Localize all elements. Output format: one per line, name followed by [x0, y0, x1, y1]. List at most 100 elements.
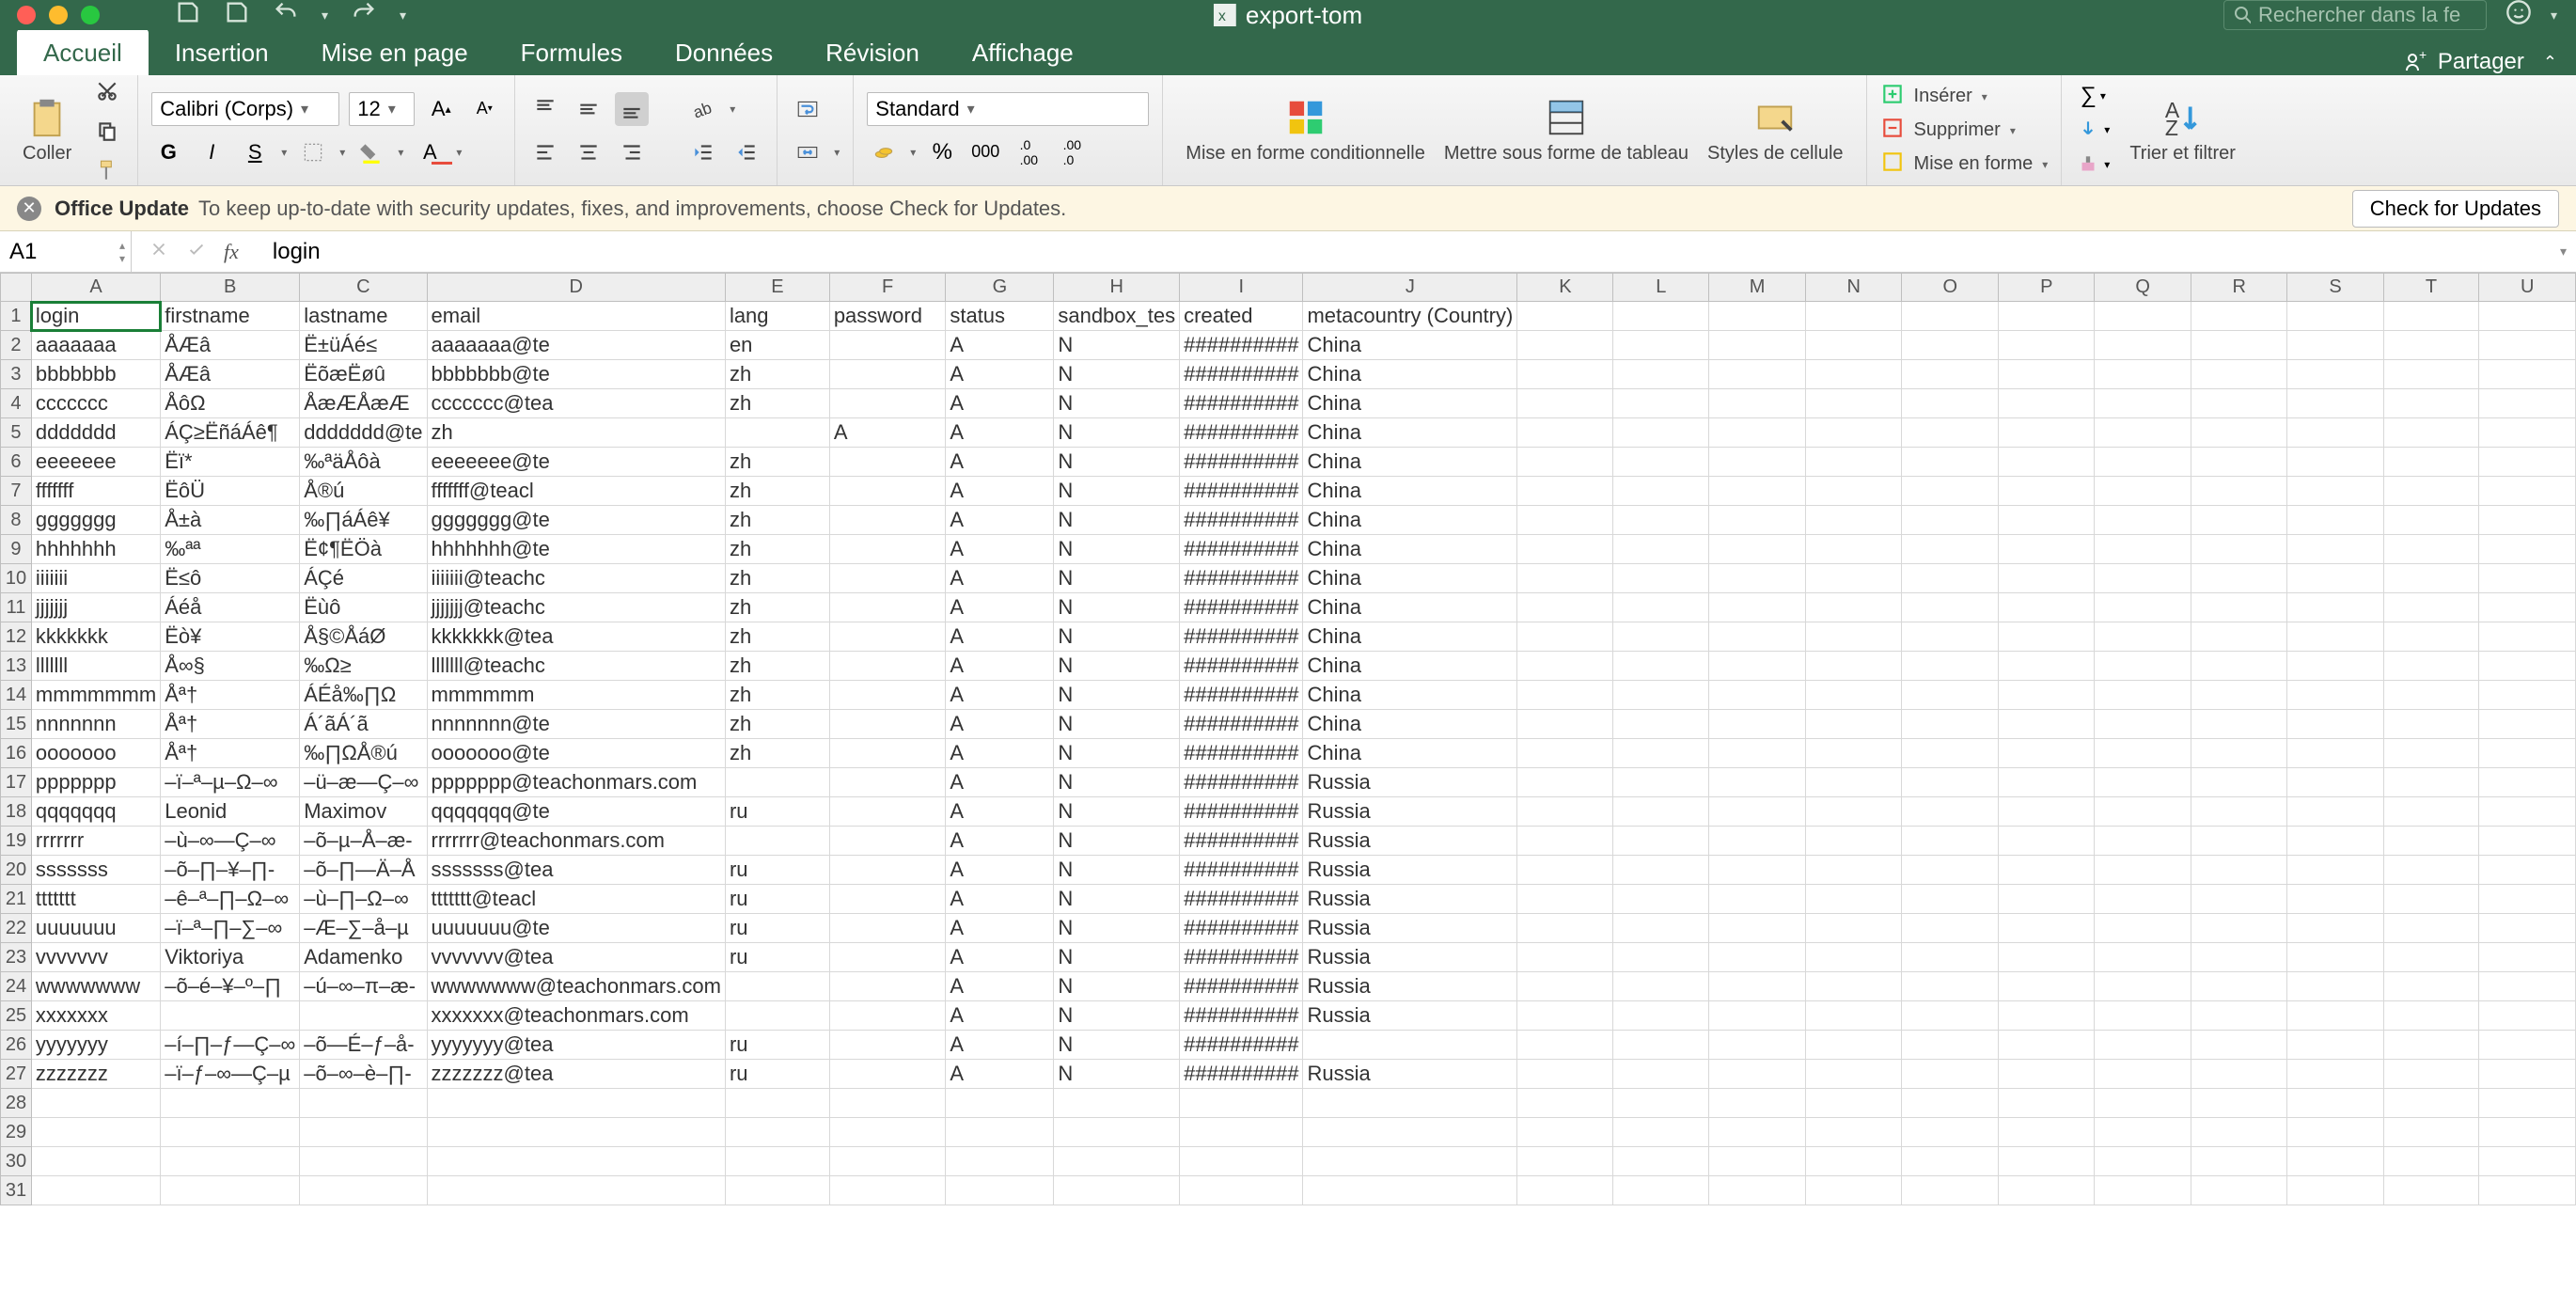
cell[interactable] — [2287, 622, 2383, 652]
cell[interactable] — [1902, 652, 1999, 681]
cell[interactable]: ÅÆâ — [161, 360, 300, 389]
cell[interactable] — [1517, 1001, 1613, 1031]
cell[interactable] — [2191, 681, 2287, 710]
cell[interactable]: mmmmmm — [427, 681, 725, 710]
cell[interactable] — [2383, 302, 2479, 331]
row-header[interactable]: 13 — [1, 652, 32, 681]
cell[interactable]: xxxxxxx@teachonmars.com — [427, 1001, 725, 1031]
cell[interactable] — [2287, 1031, 2383, 1060]
cell[interactable] — [2095, 1089, 2191, 1118]
cell[interactable]: eeeeeee — [31, 448, 160, 477]
cell[interactable] — [2095, 739, 2191, 768]
tab-mise-en-page[interactable]: Mise en page — [295, 29, 495, 75]
cell[interactable] — [1613, 885, 1709, 914]
cell[interactable]: –ï–ª–µ–Ω–∞ — [161, 768, 300, 797]
cell[interactable] — [946, 1118, 1054, 1147]
cell[interactable] — [1517, 652, 1613, 681]
cell[interactable] — [2287, 1060, 2383, 1089]
feedback-dropdown[interactable]: ▾ — [2551, 8, 2557, 24]
cell[interactable]: –õ–é–¥–º–∏ — [161, 972, 300, 1001]
cell[interactable]: ÁÉå‰∏Ω — [300, 681, 427, 710]
cell[interactable] — [1709, 302, 1806, 331]
cell[interactable] — [2287, 681, 2383, 710]
cell[interactable] — [1709, 739, 1806, 768]
cell[interactable] — [2383, 1060, 2479, 1089]
row-header[interactable]: 10 — [1, 564, 32, 593]
cell[interactable] — [1517, 535, 1613, 564]
cell[interactable] — [2095, 1147, 2191, 1176]
cell[interactable]: ########## — [1180, 564, 1303, 593]
number-format-dropdown[interactable]: Standard▾ — [867, 92, 1149, 126]
cell[interactable] — [2191, 389, 2287, 418]
cell[interactable] — [2095, 1001, 2191, 1031]
cell[interactable]: –ù–∞—Ç–∞ — [161, 827, 300, 856]
cell[interactable] — [2287, 768, 2383, 797]
cell[interactable]: N — [1054, 827, 1180, 856]
cell[interactable] — [1999, 389, 2095, 418]
column-header-E[interactable]: E — [725, 274, 829, 302]
row-header[interactable]: 21 — [1, 885, 32, 914]
cell[interactable]: ########## — [1180, 418, 1303, 448]
cell[interactable]: A — [946, 914, 1054, 943]
cell[interactable] — [2383, 768, 2479, 797]
row-header[interactable]: 23 — [1, 943, 32, 972]
delete-cells-button[interactable]: Supprimer — [1914, 119, 2001, 141]
cell[interactable] — [2191, 1118, 2287, 1147]
cell[interactable]: A — [946, 477, 1054, 506]
cell[interactable] — [2095, 972, 2191, 1001]
cell[interactable] — [1517, 418, 1613, 448]
cell[interactable]: ccccccc@tea — [427, 389, 725, 418]
cell[interactable] — [2191, 1147, 2287, 1176]
cell[interactable] — [829, 593, 946, 622]
cell[interactable] — [1709, 1060, 1806, 1089]
cell[interactable] — [1709, 331, 1806, 360]
cell[interactable]: N — [1054, 418, 1180, 448]
cell[interactable] — [1517, 914, 1613, 943]
cell[interactable] — [829, 564, 946, 593]
sort-filter-button[interactable]: AZ Trier et filtrer — [2120, 81, 2245, 180]
cell[interactable] — [2479, 1118, 2576, 1147]
cell[interactable] — [1806, 972, 1902, 1001]
cell[interactable] — [2287, 1176, 2383, 1205]
cell[interactable]: ########## — [1180, 652, 1303, 681]
tab-révision[interactable]: Révision — [799, 29, 946, 75]
cell[interactable] — [300, 1089, 427, 1118]
cell[interactable] — [1709, 914, 1806, 943]
cell[interactable] — [2287, 564, 2383, 593]
row-header[interactable]: 2 — [1, 331, 32, 360]
insert-cells-button[interactable]: Insérer — [1914, 86, 1972, 107]
cell[interactable] — [2191, 797, 2287, 827]
cell[interactable] — [1709, 1001, 1806, 1031]
cell[interactable] — [2095, 652, 2191, 681]
cell[interactable] — [1902, 622, 1999, 652]
cell[interactable]: ËõæËøû — [300, 360, 427, 389]
cell[interactable] — [1613, 914, 1709, 943]
cell[interactable]: Russia — [1303, 1060, 1517, 1089]
cell[interactable]: iiiiiii@teachc — [427, 564, 725, 593]
cell[interactable] — [300, 1147, 427, 1176]
cell[interactable] — [829, 652, 946, 681]
dismiss-update-button[interactable]: ✕ — [17, 197, 41, 221]
cell[interactable]: nnnnnnn — [31, 710, 160, 739]
cell[interactable] — [2095, 360, 2191, 389]
cell[interactable] — [2095, 593, 2191, 622]
cell[interactable] — [829, 389, 946, 418]
align-left-button[interactable] — [528, 135, 562, 169]
cell[interactable]: Áéå — [161, 593, 300, 622]
cell[interactable]: jjjjjjj@teachc — [427, 593, 725, 622]
cell[interactable]: N — [1054, 768, 1180, 797]
cell[interactable] — [2191, 1060, 2287, 1089]
cell[interactable] — [1806, 1060, 1902, 1089]
cell[interactable] — [1517, 797, 1613, 827]
cell[interactable] — [2479, 1031, 2576, 1060]
cell[interactable] — [725, 1118, 829, 1147]
borders-button[interactable] — [296, 135, 330, 169]
row-header[interactable]: 16 — [1, 739, 32, 768]
column-header-P[interactable]: P — [1999, 274, 2095, 302]
cell[interactable] — [1999, 972, 2095, 1001]
cell[interactable] — [2287, 797, 2383, 827]
cell[interactable] — [1806, 331, 1902, 360]
cell[interactable]: A — [829, 418, 946, 448]
cell[interactable] — [2479, 1001, 2576, 1031]
cell[interactable]: kkkkkkk@tea — [427, 622, 725, 652]
